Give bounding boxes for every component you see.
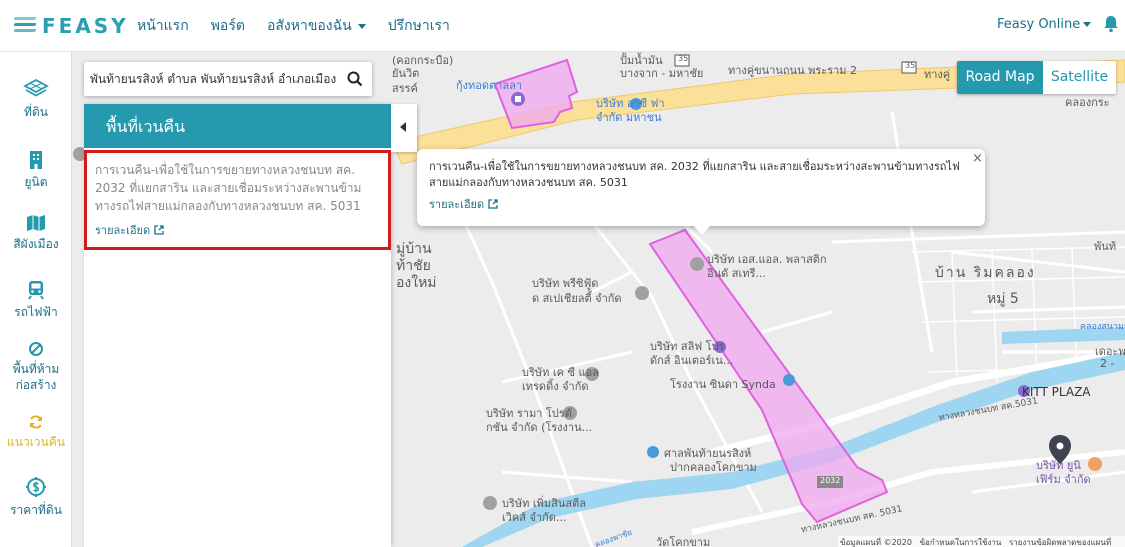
building-icon xyxy=(30,151,42,169)
account-label: Feasy Online xyxy=(997,17,1081,32)
map-label: เฟิร์ม จำกัด xyxy=(1036,473,1091,486)
main-nav: หน้าแรก พอร์ต อสังหาของฉัน ปรึกษาเรา xyxy=(137,15,472,37)
external-link-icon xyxy=(488,199,498,209)
map-label: เทรดดิ้ง จำกัด xyxy=(522,380,589,393)
refresh-icon xyxy=(30,415,42,429)
external-link-icon xyxy=(154,225,164,235)
sidebar-item-label: ราคาที่ดิน xyxy=(10,503,62,517)
sidebar-item-label: สีผังเมือง xyxy=(13,237,59,251)
top-navbar: FEASY หน้าแรก พอร์ต อสังหาของฉัน ปรึกษาเ… xyxy=(0,0,1125,52)
panel-collapse-button[interactable] xyxy=(391,104,417,152)
attribution-report[interactable]: รายงานข้อผิดพลาดของแผนที่ xyxy=(1009,538,1111,547)
sidebar-item-land-price[interactable]: ราคาที่ดิน xyxy=(0,476,72,518)
price-icon xyxy=(26,477,46,497)
nav-portfolio[interactable]: พอร์ต xyxy=(211,15,245,37)
map-icon xyxy=(27,215,45,231)
sidebar-item-expropriation[interactable]: แนวเวนคืน xyxy=(0,414,72,450)
map-label: องใหม่ xyxy=(396,275,437,291)
sidebar-item-skytrain[interactable]: รถไฟฟ้า xyxy=(0,280,72,320)
search-box xyxy=(84,62,372,96)
map-attribution: ข้อมูลแผนที่ ©2020 ข้อกำหนดในการใช้งาน ร… xyxy=(838,536,1125,547)
close-icon[interactable]: × xyxy=(972,151,983,166)
map-label: ปากคลองโคกขาม xyxy=(670,461,757,474)
map-label: ด สเปเชียลตี้ จำกัด xyxy=(532,292,622,305)
satellite-button[interactable]: Satellite xyxy=(1043,61,1116,94)
detail-link-label: รายละเอียด xyxy=(429,198,485,211)
map-info-popup: การเวนคืน-เพื่อใช้ในการขยายทางหลวงชนบท ส… xyxy=(417,149,985,226)
logo-mark-icon xyxy=(13,15,38,37)
panel-title: พื้นที่เวนคืน xyxy=(84,104,391,148)
map-label: 2032 xyxy=(820,476,841,485)
bell-icon[interactable] xyxy=(1103,15,1119,33)
chevron-down-icon xyxy=(1083,22,1092,27)
sidebar-item-label: ยูนิต xyxy=(24,175,48,189)
attribution-data: ข้อมูลแผนที่ ©2020 xyxy=(840,538,912,547)
search-icon[interactable] xyxy=(346,70,364,88)
detail-link[interactable]: รายละเอียด xyxy=(95,221,164,239)
map-label: คลองกระ xyxy=(1065,96,1110,109)
nav-home[interactable]: หน้าแรก xyxy=(137,15,189,37)
map-label: วัดโคกขาม xyxy=(656,536,711,547)
map-type-toggle: Road Map Satellite xyxy=(957,61,1116,94)
map-label: กชัน จำกัด (โรงงาน... xyxy=(486,421,593,434)
ban-icon xyxy=(29,342,43,356)
map-label: บริษัท เอส.แอล. พลาสติกอินดั สเทรี... xyxy=(707,253,827,280)
sidebar-item-label: พื้นที่ห้ามก่อสร้าง xyxy=(12,362,60,392)
map-label: ทางคู่ขนานถนน พระราม 2 xyxy=(728,64,857,77)
map-label: เวิคส์ จำกัด... xyxy=(502,511,567,524)
account-menu[interactable]: Feasy Online xyxy=(997,17,1092,32)
chevron-left-icon xyxy=(400,122,406,132)
map-label: กุ้งทอดตาลลา xyxy=(456,79,523,92)
map-label: บ้าน ริมคลอง xyxy=(935,265,1036,281)
train-icon xyxy=(28,281,44,300)
map-label: โรงงาน ซินดา Synda xyxy=(670,378,776,391)
map-label: พันท้ xyxy=(1094,240,1117,253)
left-sidebar: ที่ดิน ยูนิต สีผังเมือง รถไฟฟ้า พื้นที่ห… xyxy=(0,52,72,547)
map-label: 2 - xyxy=(1100,357,1115,370)
popup-detail-link[interactable]: รายละเอียด xyxy=(429,195,498,213)
map-label: ดักส์ อินเตอร์เน... xyxy=(650,354,734,367)
feasy-logo[interactable]: FEASY xyxy=(13,12,129,40)
nav-my-property-label: อสังหาของฉัน xyxy=(266,18,352,34)
sidebar-item-zoning-color[interactable]: สีผังเมือง xyxy=(0,214,72,252)
sidebar-item-no-build-zone[interactable]: พื้นที่ห้ามก่อสร้าง xyxy=(0,341,72,393)
sidebar-item-label: ที่ดิน xyxy=(24,105,48,119)
search-input[interactable] xyxy=(90,68,340,90)
map-label: หมู่ 5 xyxy=(987,291,1019,307)
expropriation-result-card[interactable]: การเวนคืน-เพื่อใช้ในการขยายทางหลวงชนบท ส… xyxy=(84,150,391,250)
detail-link-label: รายละเอียด xyxy=(95,224,151,237)
map-label: คลองสนามชัย xyxy=(1080,322,1125,332)
road-map-button[interactable]: Road Map xyxy=(957,61,1043,94)
attribution-terms[interactable]: ข้อกำหนดในการใช้งาน xyxy=(920,538,1002,547)
map-label: ทางคู่ xyxy=(924,68,951,81)
map-label: บริษัท อาซี ฟา จำกัด มหาชน xyxy=(596,97,665,124)
sidebar-item-label: รถไฟฟ้า xyxy=(14,305,58,319)
map-label: KITT PLAZA xyxy=(1022,385,1091,399)
map-label: บางจาก - มหาชัย xyxy=(620,67,704,80)
map-label: สรรค์ xyxy=(392,82,418,95)
layers-icon xyxy=(23,78,49,97)
chevron-down-icon xyxy=(357,23,366,29)
sidebar-item-unit[interactable]: ยูนิต xyxy=(0,150,72,190)
popup-pointer xyxy=(693,225,711,235)
result-description: การเวนคืน-เพื่อใช้ในการขยายทางหลวงชนบท ส… xyxy=(95,163,362,213)
nav-consult[interactable]: ปรึกษาเรา xyxy=(388,15,450,37)
nav-my-property[interactable]: อสังหาของฉัน xyxy=(267,15,366,37)
map-label: 35 xyxy=(905,61,916,70)
sidebar-item-land[interactable]: ที่ดิน xyxy=(0,78,72,120)
popup-description: การเวนคืน-เพื่อใช้ในการขยายทางหลวงชนบท ส… xyxy=(429,160,960,189)
map-label: 35 xyxy=(678,54,689,63)
sidebar-item-label: แนวเวนคืน xyxy=(7,435,65,449)
logo-text: FEASY xyxy=(42,14,129,38)
